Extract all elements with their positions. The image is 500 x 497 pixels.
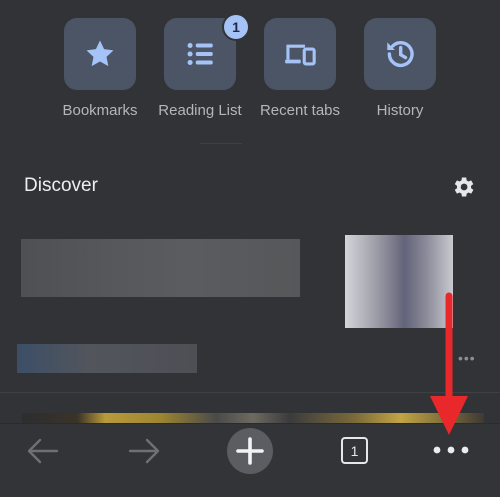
plus-icon [236, 437, 264, 465]
gear-icon[interactable] [450, 174, 476, 200]
reading-list-badge: 1 [224, 15, 248, 39]
forward-arrow-icon[interactable] [127, 436, 163, 466]
bookmarks-shortcut[interactable]: Bookmarks [50, 18, 150, 119]
back-arrow-icon[interactable] [24, 436, 60, 466]
discover-title: Discover [24, 175, 98, 196]
history-icon [387, 41, 414, 67]
bookmarks-tile[interactable] [64, 18, 136, 90]
star-icon [86, 40, 114, 67]
annotation-arrow [430, 292, 468, 435]
more-dots-icon[interactable] [432, 443, 470, 457]
recent-tabs-tile[interactable] [264, 18, 336, 90]
history-shortcut[interactable]: History [350, 18, 450, 119]
tab-switcher-button[interactable]: 1 [341, 437, 368, 464]
article-source-blurred [17, 344, 197, 373]
article-title-blurred[interactable] [21, 239, 300, 297]
bookmarks-label: Bookmarks [62, 102, 138, 119]
divider [200, 143, 242, 144]
reading-list-shortcut[interactable]: 1 Reading List [150, 15, 250, 119]
recent-tabs-label: Recent tabs [259, 102, 341, 119]
new-tab-button[interactable] [227, 428, 273, 474]
devices-icon [285, 44, 316, 66]
divider [0, 392, 500, 393]
reading-list-label: Reading List [158, 102, 242, 119]
history-tile[interactable] [364, 18, 436, 90]
reading-list-tile[interactable]: 1 [164, 15, 248, 90]
history-label: History [376, 102, 424, 119]
list-icon [187, 42, 213, 66]
recent-tabs-shortcut[interactable]: Recent tabs [250, 18, 350, 119]
